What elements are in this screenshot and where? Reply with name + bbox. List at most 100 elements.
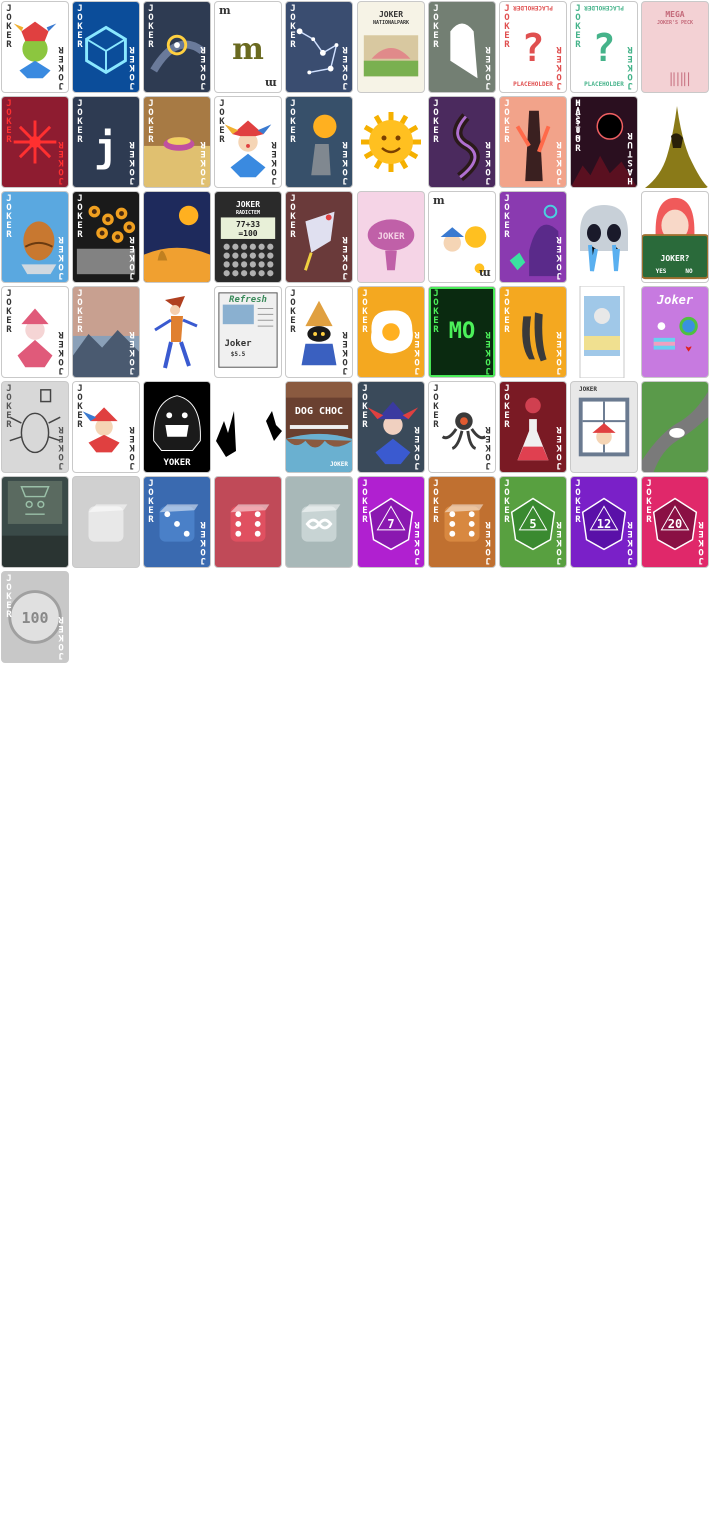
card-label: JOKER	[414, 329, 420, 375]
card-label: DOG CHOC	[294, 406, 344, 417]
card-road-car[interactable]	[641, 381, 709, 473]
card-label: HASTUR	[627, 130, 633, 185]
card-label: Joker	[224, 339, 252, 349]
card-stickers[interactable]: Joker	[641, 286, 709, 378]
claws-art	[522, 312, 547, 362]
card-poly[interactable]: 20 JOKER JOKER	[641, 476, 709, 568]
card-poly[interactable]: 7 JOKER JOKER	[357, 476, 425, 568]
card-newspaper[interactable]: Refresh Joker $5.5	[214, 286, 282, 378]
purple-monster-art	[509, 204, 561, 277]
card-pie-table[interactable]: JOKER JOKER	[143, 96, 211, 188]
card-label: NATIONALPARK	[372, 20, 410, 26]
pink-brain-art	[367, 219, 415, 271]
card-mini-jester[interactable]: JOKER JOKER	[72, 381, 140, 473]
card-joker-figure[interactable]	[143, 286, 211, 378]
card-label: JOKER	[485, 44, 491, 90]
card-label: RADICTEM	[235, 210, 261, 216]
fried-egg-art	[371, 310, 413, 354]
card-placeholder[interactable]: JOKER JOKER? PLACEHOLDER PLACEHOLDER	[499, 1, 567, 93]
card-label: PLACEHOLDER	[513, 81, 553, 88]
card-label: ?	[521, 26, 545, 70]
card-label: JOKER	[58, 139, 64, 185]
card-die[interactable]: JOKER JOKER	[428, 476, 496, 568]
card-black-mage[interactable]: JOKER JOKER	[285, 286, 353, 378]
card-jester-sun[interactable]: mm	[428, 191, 496, 283]
card-red-star[interactable]: JOKER JOKER	[1, 96, 69, 188]
dog-choc-art	[286, 382, 352, 472]
card-die[interactable]: JOKER JOKER	[143, 476, 211, 568]
card-label: JOKER	[200, 139, 206, 185]
card-j-letter[interactable]: JOKER JOKER j	[72, 96, 140, 188]
card-coin[interactable]: 100 JOKER JOKER	[1, 571, 69, 663]
card-calculator[interactable]: JOKER RADICTEM 77+33 =100	[214, 191, 282, 283]
card-label: JOKER	[200, 44, 206, 90]
die-art	[88, 504, 128, 542]
card-ghost-glitch[interactable]: JOKER JOKER	[428, 1, 496, 93]
egg-art	[21, 221, 57, 275]
joker-figure-art	[154, 296, 198, 369]
card-label: JOKER	[58, 424, 64, 470]
card-bug-sketch[interactable]: JOKER JOKER	[1, 381, 69, 473]
card-national-park[interactable]: JOKER NATIONALPARK	[357, 1, 425, 93]
card-label: JOKER	[6, 194, 12, 240]
card-sun-landscape[interactable]	[143, 191, 211, 283]
card-mountains[interactable]: JOKER JOKER	[72, 286, 140, 378]
card-receipt[interactable]: MEGA JOKER'S PECK	[641, 1, 709, 93]
card-pink-brain[interactable]: JOKER	[357, 191, 425, 283]
card-die[interactable]	[72, 476, 140, 568]
card-constellation[interactable]: JOKER JOKER	[285, 1, 353, 93]
card-monitor[interactable]	[1, 476, 69, 568]
card-sun[interactable]	[357, 96, 425, 188]
card-flask[interactable]: JOKER JOKER	[499, 381, 567, 473]
card-label: JOKER	[646, 479, 652, 525]
monitor-art	[2, 480, 68, 567]
card-label: JOKER	[556, 424, 562, 470]
card-octopus[interactable]: JOKER JOKER	[428, 381, 496, 473]
card-label: JOKER	[504, 479, 510, 525]
card-shadow-creature[interactable]: YOKER	[143, 381, 211, 473]
card-jester[interactable]: JOKER JOKER	[214, 96, 282, 188]
card-claws[interactable]: JOKER JOKER	[499, 286, 567, 378]
card-tarot-strip[interactable]	[570, 286, 638, 378]
card-robe[interactable]	[641, 96, 709, 188]
card-space-star[interactable]: JOKER JOKER	[143, 1, 211, 93]
card-jester-ball[interactable]: JOKER JOKER	[1, 1, 69, 93]
card-fried-egg[interactable]: JOKER JOKER	[357, 286, 425, 378]
card-placeholder[interactable]: JOKER JOKER? PLACEHOLDER PLACEHOLDER	[570, 1, 638, 93]
card-cube[interactable]: JOKER JOKER	[72, 1, 140, 93]
card-label: JOKER	[556, 519, 562, 565]
card-flame-figure[interactable]: JOKER JOKER	[499, 96, 567, 188]
card-label: JOKER	[290, 194, 296, 240]
card-window-jester[interactable]: JOKER	[570, 381, 638, 473]
splatter-art	[216, 411, 282, 457]
card-label: HASTUR	[575, 99, 581, 142]
card-anime-girl[interactable]: JOKER? YES NO	[641, 191, 709, 283]
card-pink-jester[interactable]: JOKER JOKER	[1, 286, 69, 378]
card-skull[interactable]	[570, 191, 638, 283]
card-label: JOKER	[290, 99, 296, 145]
card-poly[interactable]: 12 JOKER JOKER	[570, 476, 638, 568]
sun-art	[361, 112, 421, 172]
card-label: JOKER	[148, 4, 154, 50]
card-hastur[interactable]: HASTUR HASTUR HASTUR	[570, 96, 638, 188]
card-dark-jester[interactable]: JOKER JOKER	[357, 381, 425, 473]
card-egg[interactable]: JOKER JOKER	[1, 191, 69, 283]
card-die[interactable]	[214, 476, 282, 568]
card-mo-terminal[interactable]: JOKER JOKER MO	[428, 286, 496, 378]
card-label: JOKER'S PECK	[656, 20, 694, 26]
dark-jester-art	[367, 401, 419, 465]
card-die[interactable]	[285, 476, 353, 568]
card-label: JOKER	[504, 384, 510, 430]
card-poly[interactable]: 5 JOKER JOKER	[499, 476, 567, 568]
card-m-letter[interactable]: mmm	[214, 1, 282, 93]
card-purple-monster[interactable]: JOKER JOKER	[499, 191, 567, 283]
card-bird[interactable]: JOKER JOKER	[285, 191, 353, 283]
card-splatter[interactable]	[214, 381, 282, 473]
card-sun-hand[interactable]: JOKER JOKER	[285, 96, 353, 188]
card-dog-choc[interactable]: DOG CHOC JOKER	[285, 381, 353, 473]
card-worm[interactable]: JOKER JOKER	[428, 96, 496, 188]
card-sunflowers[interactable]: JOKER JOKER	[72, 191, 140, 283]
card-label: JOKER	[290, 289, 296, 335]
card-label: Refresh	[229, 295, 267, 305]
card-label: m	[433, 194, 445, 207]
